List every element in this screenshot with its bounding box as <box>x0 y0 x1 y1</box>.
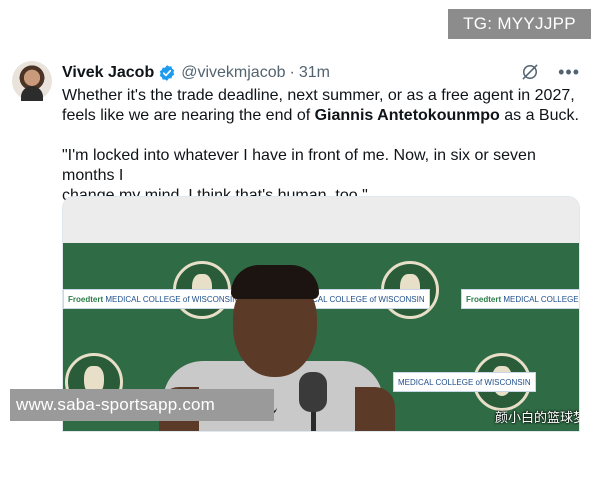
author-name[interactable]: Vivek Jacob <box>62 64 154 82</box>
tweet-line-1: Whether it's the trade deadline, next su… <box>62 87 575 104</box>
sponsor-a: Froedtert <box>68 295 104 304</box>
author-handle[interactable]: @vivekmjacob <box>181 64 285 82</box>
tweet-text: Whether it's the trade deadline, next su… <box>62 86 587 126</box>
quote-line-1: "I'm locked into whatever I have in fron… <box>62 147 536 184</box>
watermark-tag: TG: MYYJJPP <box>448 9 591 39</box>
more-icon[interactable]: ••• <box>558 62 580 82</box>
sponsor-banner: MEDICAL COLLEGE of WISCONSIN <box>393 372 536 392</box>
player-hair <box>231 265 319 299</box>
tweet-line-2-post: as a Buck. <box>499 107 579 124</box>
tweet-line-2-pre: feels like we are nearing the end of <box>62 107 315 124</box>
tweet-header: Vivek Jacob @vivekmjacob · 31m <box>62 62 330 84</box>
tweet-line-2: feels like we are nearing the end of Gia… <box>62 106 587 126</box>
overlay-watermark: 颜小白的篮球梦 <box>495 410 580 425</box>
verified-badge-icon <box>158 64 176 82</box>
site-watermark: www.saba-sportsapp.com <box>10 389 274 421</box>
tweet-time[interactable]: 31m <box>299 64 330 82</box>
tweet-bold-name: Giannis Antetokounmpo <box>314 107 500 124</box>
separator-dot: · <box>289 64 295 81</box>
sponsor-banner: Froedtert MEDICAL COLLEGE of WISCONSIN <box>63 289 243 309</box>
microphone-icon <box>299 372 327 412</box>
grok-icon[interactable] <box>520 62 540 82</box>
mic-stand <box>311 409 316 431</box>
backdrop-top <box>63 197 579 245</box>
sponsor-banner: Froedtert MEDICAL COLLEGE of WISCONSIN <box>461 289 579 309</box>
avatar[interactable] <box>12 61 52 101</box>
sponsor-a: Froedtert <box>466 295 502 304</box>
sponsor-b: MEDICAL COLLEGE of WISCONSIN <box>398 378 531 387</box>
sponsor-b: MEDICAL COLLEGE of WISCONSIN <box>105 295 238 304</box>
player-arm <box>355 387 395 431</box>
sponsor-b: MEDICAL COLLEGE of WISCONSIN <box>503 295 579 304</box>
